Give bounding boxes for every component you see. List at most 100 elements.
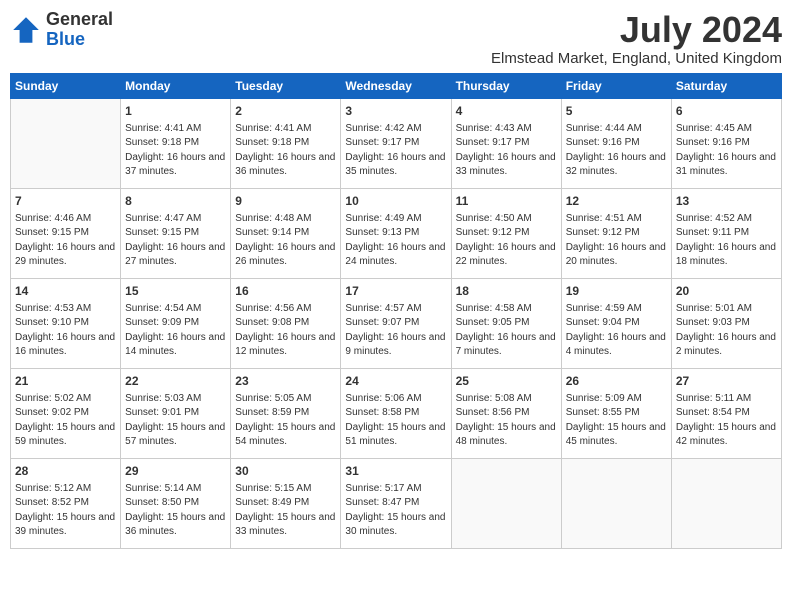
sunrise-info: Sunrise: 4:43 AM <box>456 123 532 134</box>
title-area: July 2024 Elmstead Market, England, Unit… <box>491 10 782 67</box>
day-number: 29 <box>125 463 226 479</box>
day-number: 5 <box>566 103 667 119</box>
sunrise-info: Sunrise: 5:03 AM <box>125 393 201 404</box>
sunrise-info: Sunrise: 4:45 AM <box>676 123 752 134</box>
sunset-info: Sunset: 9:17 PM <box>456 137 530 148</box>
daylight-info: Daylight: 16 hours and 2 minutes. <box>676 332 776 358</box>
daylight-info: Daylight: 16 hours and 4 minutes. <box>566 332 666 358</box>
day-number: 16 <box>235 283 336 299</box>
day-number: 23 <box>235 373 336 389</box>
sunset-info: Sunset: 8:55 PM <box>566 407 640 418</box>
sunrise-info: Sunrise: 4:46 AM <box>15 213 91 224</box>
sunrise-info: Sunrise: 4:41 AM <box>125 123 201 134</box>
sunset-info: Sunset: 9:16 PM <box>676 137 750 148</box>
daylight-info: Daylight: 16 hours and 7 minutes. <box>456 332 556 358</box>
day-number: 1 <box>125 103 226 119</box>
header-wednesday: Wednesday <box>341 73 451 98</box>
day-number: 12 <box>566 193 667 209</box>
sunrise-info: Sunrise: 5:02 AM <box>15 393 91 404</box>
table-row: 3 Sunrise: 4:42 AM Sunset: 9:17 PM Dayli… <box>341 98 451 188</box>
sunrise-info: Sunrise: 5:01 AM <box>676 303 752 314</box>
table-row: 24 Sunrise: 5:06 AM Sunset: 8:58 PM Dayl… <box>341 368 451 458</box>
table-row: 23 Sunrise: 5:05 AM Sunset: 8:59 PM Dayl… <box>231 368 341 458</box>
sunset-info: Sunset: 9:10 PM <box>15 317 89 328</box>
table-row: 18 Sunrise: 4:58 AM Sunset: 9:05 PM Dayl… <box>451 278 561 368</box>
table-row: 20 Sunrise: 5:01 AM Sunset: 9:03 PM Dayl… <box>671 278 781 368</box>
daylight-info: Daylight: 15 hours and 30 minutes. <box>345 512 445 538</box>
daylight-info: Daylight: 16 hours and 31 minutes. <box>676 152 776 178</box>
daylight-info: Daylight: 16 hours and 14 minutes. <box>125 332 225 358</box>
sunrise-info: Sunrise: 5:15 AM <box>235 483 311 494</box>
table-row: 15 Sunrise: 4:54 AM Sunset: 9:09 PM Dayl… <box>121 278 231 368</box>
sunrise-info: Sunrise: 5:14 AM <box>125 483 201 494</box>
day-number: 18 <box>456 283 557 299</box>
daylight-info: Daylight: 15 hours and 42 minutes. <box>676 422 776 448</box>
sunrise-info: Sunrise: 4:50 AM <box>456 213 532 224</box>
table-row: 12 Sunrise: 4:51 AM Sunset: 9:12 PM Dayl… <box>561 188 671 278</box>
sunrise-info: Sunrise: 4:56 AM <box>235 303 311 314</box>
table-row: 10 Sunrise: 4:49 AM Sunset: 9:13 PM Dayl… <box>341 188 451 278</box>
day-number: 15 <box>125 283 226 299</box>
day-number: 4 <box>456 103 557 119</box>
daylight-info: Daylight: 16 hours and 27 minutes. <box>125 242 225 268</box>
day-number: 26 <box>566 373 667 389</box>
daylight-info: Daylight: 16 hours and 35 minutes. <box>345 152 445 178</box>
daylight-info: Daylight: 16 hours and 18 minutes. <box>676 242 776 268</box>
calendar-week-row: 21 Sunrise: 5:02 AM Sunset: 9:02 PM Dayl… <box>11 368 782 458</box>
sunrise-info: Sunrise: 4:52 AM <box>676 213 752 224</box>
daylight-info: Daylight: 16 hours and 36 minutes. <box>235 152 335 178</box>
sunrise-info: Sunrise: 4:41 AM <box>235 123 311 134</box>
sunrise-info: Sunrise: 4:42 AM <box>345 123 421 134</box>
daylight-info: Daylight: 16 hours and 33 minutes. <box>456 152 556 178</box>
sunset-info: Sunset: 9:11 PM <box>676 227 749 238</box>
day-number: 13 <box>676 193 777 209</box>
table-row: 13 Sunrise: 4:52 AM Sunset: 9:11 PM Dayl… <box>671 188 781 278</box>
sunset-info: Sunset: 9:13 PM <box>345 227 419 238</box>
sunrise-info: Sunrise: 4:51 AM <box>566 213 642 224</box>
daylight-info: Daylight: 16 hours and 32 minutes. <box>566 152 666 178</box>
daylight-info: Daylight: 15 hours and 51 minutes. <box>345 422 445 448</box>
table-row: 9 Sunrise: 4:48 AM Sunset: 9:14 PM Dayli… <box>231 188 341 278</box>
table-row <box>561 458 671 548</box>
table-row: 22 Sunrise: 5:03 AM Sunset: 9:01 PM Dayl… <box>121 368 231 458</box>
header-monday: Monday <box>121 73 231 98</box>
sunrise-info: Sunrise: 5:11 AM <box>676 393 751 404</box>
sunset-info: Sunset: 9:02 PM <box>15 407 89 418</box>
calendar-week-row: 28 Sunrise: 5:12 AM Sunset: 8:52 PM Dayl… <box>11 458 782 548</box>
table-row: 8 Sunrise: 4:47 AM Sunset: 9:15 PM Dayli… <box>121 188 231 278</box>
day-number: 17 <box>345 283 446 299</box>
daylight-info: Daylight: 16 hours and 20 minutes. <box>566 242 666 268</box>
sunrise-info: Sunrise: 4:44 AM <box>566 123 642 134</box>
logo-icon <box>10 14 42 46</box>
day-number: 22 <box>125 373 226 389</box>
day-number: 31 <box>345 463 446 479</box>
daylight-info: Daylight: 15 hours and 57 minutes. <box>125 422 225 448</box>
table-row: 27 Sunrise: 5:11 AM Sunset: 8:54 PM Dayl… <box>671 368 781 458</box>
sunset-info: Sunset: 9:16 PM <box>566 137 640 148</box>
sunset-info: Sunset: 9:01 PM <box>125 407 199 418</box>
sunset-info: Sunset: 8:49 PM <box>235 497 309 508</box>
sunset-info: Sunset: 8:59 PM <box>235 407 309 418</box>
sunrise-info: Sunrise: 5:06 AM <box>345 393 421 404</box>
sunset-info: Sunset: 9:07 PM <box>345 317 419 328</box>
daylight-info: Daylight: 16 hours and 16 minutes. <box>15 332 115 358</box>
sunrise-info: Sunrise: 4:54 AM <box>125 303 201 314</box>
sunset-info: Sunset: 9:05 PM <box>456 317 530 328</box>
table-row: 7 Sunrise: 4:46 AM Sunset: 9:15 PM Dayli… <box>11 188 121 278</box>
calendar-week-row: 14 Sunrise: 4:53 AM Sunset: 9:10 PM Dayl… <box>11 278 782 368</box>
sunset-info: Sunset: 8:54 PM <box>676 407 750 418</box>
sunset-info: Sunset: 8:50 PM <box>125 497 199 508</box>
table-row <box>451 458 561 548</box>
day-number: 2 <box>235 103 336 119</box>
daylight-info: Daylight: 15 hours and 54 minutes. <box>235 422 335 448</box>
sunrise-info: Sunrise: 4:59 AM <box>566 303 642 314</box>
daylight-info: Daylight: 16 hours and 12 minutes. <box>235 332 335 358</box>
sunset-info: Sunset: 9:12 PM <box>566 227 640 238</box>
table-row: 11 Sunrise: 4:50 AM Sunset: 9:12 PM Dayl… <box>451 188 561 278</box>
header-saturday: Saturday <box>671 73 781 98</box>
day-number: 20 <box>676 283 777 299</box>
sunrise-info: Sunrise: 4:58 AM <box>456 303 532 314</box>
daylight-info: Daylight: 16 hours and 24 minutes. <box>345 242 445 268</box>
month-title: July 2024 <box>491 10 782 50</box>
page-header: General Blue July 2024 Elmstead Market, … <box>10 10 782 67</box>
